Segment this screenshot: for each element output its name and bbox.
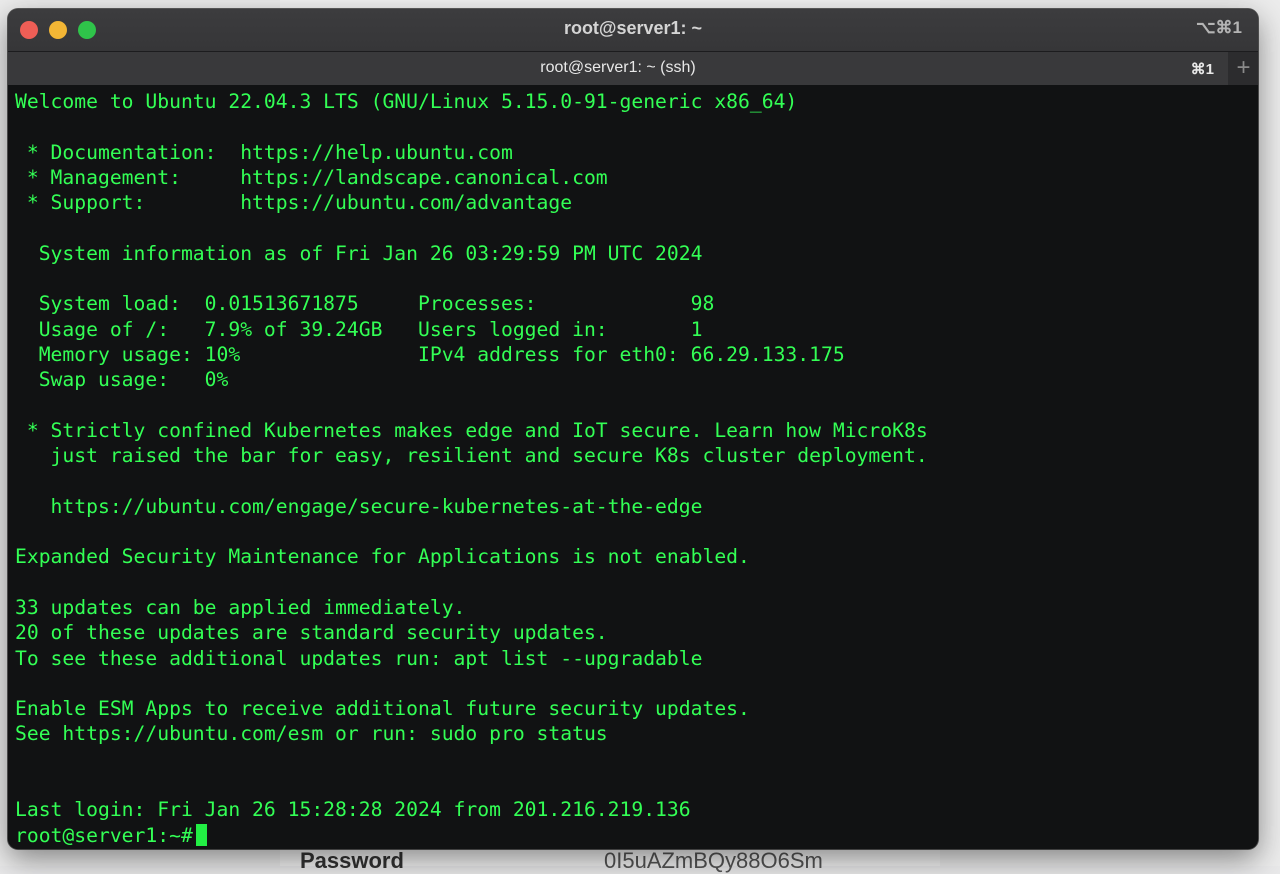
- terminal-window: root@server1: ~ ⌥⌘1 root@server1: ~ (ssh…: [8, 9, 1258, 849]
- new-tab-button[interactable]: +: [1229, 52, 1258, 85]
- terminal-line: Memory usage: 10% IPv4 address for eth0:…: [15, 342, 845, 366]
- terminal-line: * Support: https://ubuntu.com/advantage: [15, 191, 573, 215]
- window-title: root@server1: ~: [563, 18, 703, 38]
- terminal-line: See https://ubuntu.com/esm or run: sudo …: [15, 722, 608, 746]
- terminal-line: https://ubuntu.com/engage/secure-kuberne…: [15, 494, 703, 518]
- background-password-label: Password: [300, 848, 404, 873]
- tab-bar: root@server1: ~ (ssh) ⌘1 +: [8, 51, 1258, 86]
- terminal-line: * Management: https://landscape.canonica…: [15, 165, 608, 189]
- terminal-line: System load: 0.01513671875 Processes: 98: [15, 292, 715, 316]
- terminal-line: 20 of these updates are standard securit…: [15, 621, 608, 645]
- background-password-value: 0I5uAZmBQy88O6Sm: [604, 848, 823, 873]
- terminal-text: Welcome to Ubuntu 22.04.3 LTS (GNU/Linux…: [15, 89, 928, 848]
- terminal-line: System information as of Fri Jan 26 03:2…: [15, 241, 703, 265]
- terminal-line: To see these additional updates run: apt…: [15, 646, 703, 670]
- terminal-line: Welcome to Ubuntu 22.04.3 LTS (GNU/Linux…: [15, 90, 798, 113]
- terminal-line: Swap usage: 0%: [15, 368, 229, 392]
- tab-ssh-session[interactable]: root@server1: ~ (ssh) ⌘1: [8, 52, 1228, 85]
- terminal-output-area[interactable]: Welcome to Ubuntu 22.04.3 LTS (GNU/Linux…: [8, 85, 1258, 849]
- terminal-line: * Documentation: https://help.ubuntu.com: [15, 140, 513, 164]
- window-shortcut-label: ⌥⌘1: [1195, 18, 1242, 37]
- window-titlebar[interactable]: root@server1: ~ ⌥⌘1: [8, 9, 1258, 51]
- terminal-line: * Strictly confined Kubernetes makes edg…: [15, 418, 928, 442]
- terminal-line: Expanded Security Maintenance for Applic…: [15, 545, 750, 569]
- terminal-line: 33 updates can be applied immediately.: [15, 595, 466, 619]
- tab-shortcut-label: ⌘1: [1190, 61, 1214, 78]
- terminal-line: just raised the bar for easy, resilient …: [15, 444, 928, 468]
- terminal-line: Last login: Fri Jan 26 15:28:28 2024 fro…: [15, 798, 691, 822]
- text-cursor: [195, 823, 207, 846]
- shell-prompt: root@server1:~#: [15, 823, 193, 847]
- terminal-line: Usage of /: 7.9% of 39.24GB Users logged…: [15, 317, 703, 341]
- terminal-line: Enable ESM Apps to receive additional fu…: [15, 697, 750, 721]
- shell-prompt-line[interactable]: root@server1:~#: [15, 823, 928, 848]
- tab-label: root@server1: ~ (ssh): [540, 59, 696, 76]
